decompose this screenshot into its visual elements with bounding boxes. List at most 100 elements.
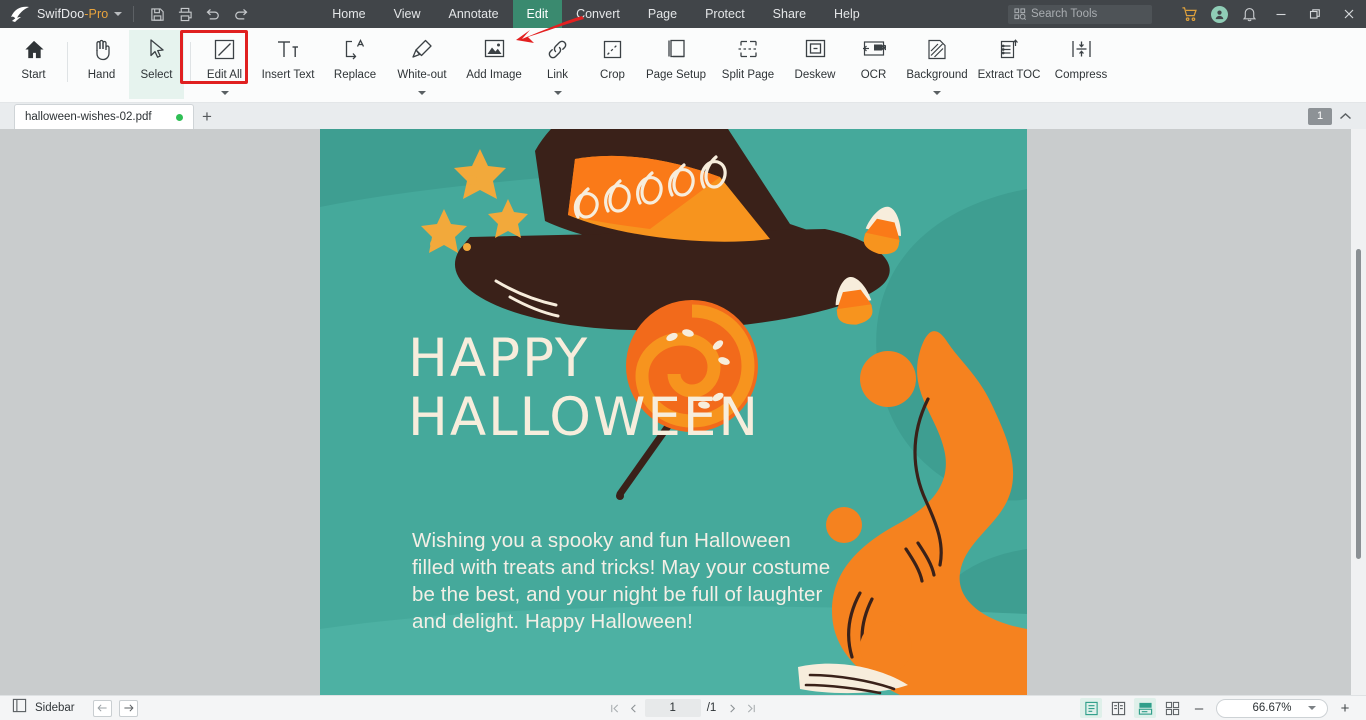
ribbon-ocr-label: OCR [860,69,887,81]
sidebar-toggle-icon[interactable] [12,698,27,718]
card-title[interactable]: HAPPY HALLOWEEN [408,329,888,447]
single-page-view-icon[interactable] [1080,698,1102,718]
ribbon-compress-button[interactable]: Compress [1045,30,1117,99]
ribbon-add-image-button[interactable]: Add Image [458,30,530,99]
menu-home[interactable]: Home [318,0,379,28]
first-page-icon[interactable] [605,699,624,718]
zoom-out-button[interactable]: – [1188,698,1210,718]
page-total-label: /1 [706,702,717,714]
brand-dropdown-icon[interactable] [114,12,123,16]
document-viewport[interactable]: HAPPY HALLOWEEN Wishing you a spooky and… [0,129,1366,695]
ribbon-background-button[interactable]: Background [901,30,973,99]
ribbon-split-page-button[interactable]: Split Page [712,30,784,99]
document-tab[interactable]: halloween-wishes-02.pdf [14,104,194,129]
ribbon-extract-toc-label: Extract TOC [977,69,1041,81]
ribbon-white-out-label: White-out [397,69,447,81]
chevron-up-icon[interactable] [1332,106,1358,126]
status-left-group: Sidebar [0,698,145,718]
close-button[interactable] [1332,0,1366,28]
menu-protect[interactable]: Protect [691,0,759,28]
cart-icon[interactable] [1174,0,1204,28]
print-icon[interactable] [171,0,199,28]
undo-icon[interactable] [199,0,227,28]
menu-help[interactable]: Help [820,0,874,28]
account-icon[interactable] [1204,0,1234,28]
title-bar: SwifDoo-Pro Home View Annotate Edit Conv… [0,0,1366,28]
ribbon-white-out-button[interactable]: White-out [386,30,458,99]
ribbon-crop-button[interactable]: Crop [585,30,640,99]
redo-icon[interactable] [227,0,255,28]
ribbon-hand-button[interactable]: Hand [74,30,129,99]
page-navigation: 1 /1 [578,699,788,718]
edit-all-icon [213,36,236,62]
sidebar-label[interactable]: Sidebar [35,702,75,714]
background-chevron-down-icon[interactable] [933,91,941,95]
ribbon-select-label: Select [140,69,173,81]
vertical-scrollbar[interactable] [1351,129,1366,695]
menu-convert[interactable]: Convert [562,0,634,28]
add-image-icon [483,36,506,62]
menu-edit[interactable]: Edit [512,0,563,28]
zoom-chevron-down-icon[interactable] [1308,706,1316,710]
ribbon-ocr-button[interactable]: OCR OCR [846,30,901,99]
ribbon-start-button[interactable]: Start [6,30,61,99]
menu-view[interactable]: View [380,0,435,28]
white-out-chevron-down-icon[interactable] [418,91,426,95]
two-page-view-icon[interactable] [1107,698,1129,718]
ribbon-replace-label: Replace [333,69,377,81]
status-bar: Sidebar 1 /1 – 66.67% + [0,695,1366,720]
card-title-line1: HAPPY [408,328,590,389]
save-icon[interactable] [143,0,171,28]
ribbon-deskew-button[interactable]: Deskew [784,30,846,99]
current-page-badge: 1 [1308,107,1332,125]
menu-page[interactable]: Page [634,0,691,28]
background-icon [926,36,948,62]
avatar [1210,5,1228,23]
page-number-input[interactable]: 1 [644,699,701,717]
nav-forward-button[interactable] [118,699,138,717]
ribbon-link-button[interactable]: Link [530,30,585,99]
next-page-icon[interactable] [723,699,742,718]
ribbon-edit-all-button[interactable]: Edit All [197,30,252,99]
deskew-icon [804,36,827,62]
ribbon-insert-text-label: Insert Text [261,69,315,81]
last-page-icon[interactable] [742,699,761,718]
ribbon-link-label: Link [546,69,569,81]
insert-text-icon [276,36,300,62]
link-chevron-down-icon[interactable] [553,91,562,95]
unsaved-changes-indicator [176,113,183,121]
prev-page-icon[interactable] [624,699,643,718]
titlebar-right-group: Search Tools [1008,0,1366,28]
bell-icon[interactable] [1234,0,1264,28]
minimize-button[interactable] [1264,0,1298,28]
compress-icon [1070,36,1093,62]
zoom-level-value: 66.67% [1252,702,1292,714]
new-tab-button[interactable]: + [194,104,220,129]
scrollbar-thumb[interactable] [1356,249,1361,559]
edit-all-chevron-down-icon[interactable] [220,91,229,95]
split-page-icon [737,36,760,62]
ribbon-page-setup-button[interactable]: Page Setup [640,30,712,99]
menu-share[interactable]: Share [759,0,820,28]
ribbon-replace-button[interactable]: Replace [324,30,386,99]
ribbon-insert-text-button[interactable]: Insert Text [252,30,324,99]
menu-annotate[interactable]: Annotate [434,0,512,28]
search-input[interactable]: Search Tools [1008,4,1152,24]
ribbon-hand-label: Hand [87,69,116,81]
ribbon-deskew-label: Deskew [794,69,836,81]
brand-area[interactable]: SwifDoo-Pro [0,0,123,28]
continuous-scroll-view-icon[interactable] [1134,698,1156,718]
restore-button[interactable] [1298,0,1332,28]
crop-icon [601,36,624,62]
ribbon-extract-toc-button[interactable]: Extract TOC [973,30,1045,99]
zoom-in-button[interactable]: + [1334,698,1356,718]
thumbnail-grid-view-icon[interactable] [1161,698,1183,718]
status-right-group: – 66.67% + [1080,698,1356,718]
ribbon-select-button[interactable]: Select [129,30,184,99]
nav-back-button[interactable] [92,699,112,717]
titlebar-divider [133,6,135,22]
cursor-icon [148,36,166,62]
zoom-level-selector[interactable]: 66.67% [1216,698,1328,718]
pdf-page-1[interactable]: HAPPY HALLOWEEN Wishing you a spooky and… [320,129,1027,695]
card-body-text[interactable]: Wishing you a spooky and fun Halloween f… [412,527,832,635]
